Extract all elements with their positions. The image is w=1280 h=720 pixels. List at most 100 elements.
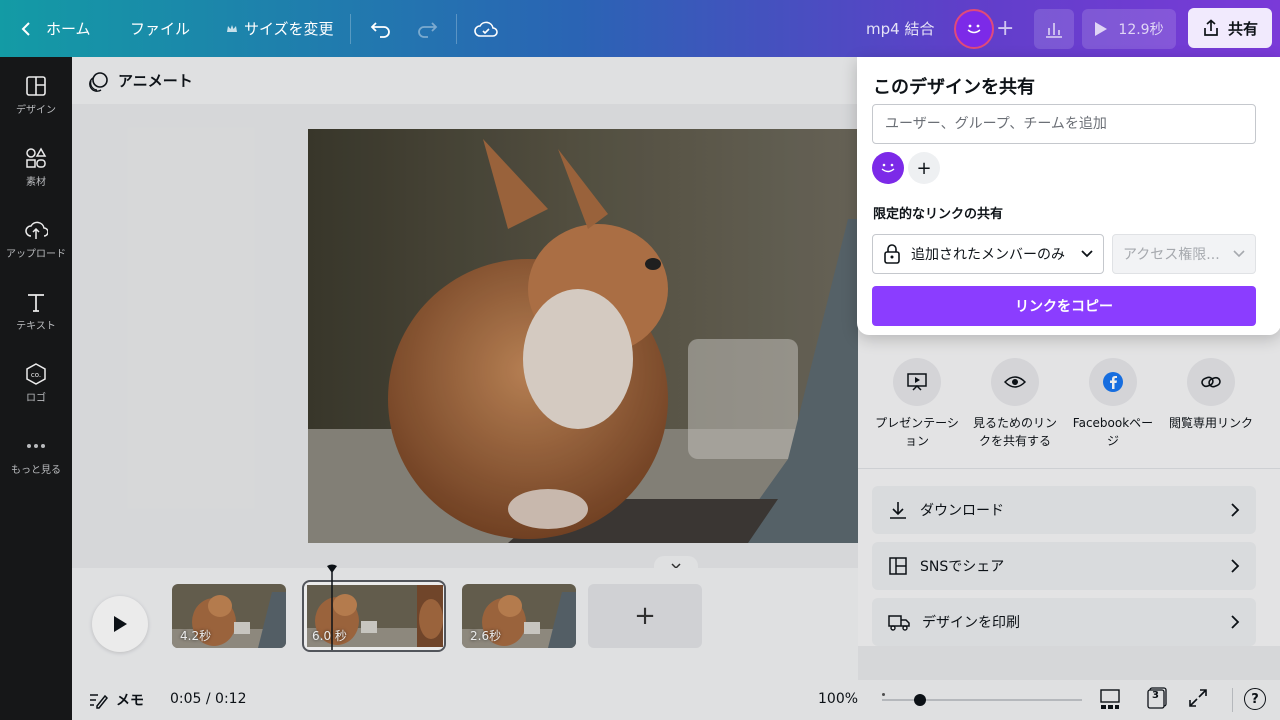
sidebar-item-text[interactable]: テキスト: [0, 291, 72, 351]
sidebar-item-elements[interactable]: 素材: [0, 147, 72, 207]
download-icon: [890, 502, 906, 519]
home-label: ホーム: [46, 20, 91, 38]
eye-icon: [1004, 376, 1026, 388]
timeline-clip-selected[interactable]: 6.0 秒: [302, 580, 446, 652]
add-page-button[interactable]: +: [588, 584, 702, 648]
file-label: ファイル: [130, 20, 191, 38]
redo-icon: [418, 21, 438, 38]
playhead-marker[interactable]: [326, 564, 338, 656]
divider: [858, 468, 1280, 469]
add-people-input[interactable]: [872, 104, 1256, 144]
smiley-icon: [881, 163, 895, 173]
dog-photo-image: [308, 129, 858, 543]
share-option-present[interactable]: プレゼンテーション: [872, 358, 962, 450]
redo-button[interactable]: [416, 0, 438, 57]
share-option-facebook[interactable]: Facebookページ: [1068, 358, 1158, 450]
resize-button[interactable]: サイズを変更: [226, 0, 334, 57]
share-option-label: Facebookページ: [1072, 416, 1154, 448]
notes-label: メモ: [116, 693, 144, 709]
add-collaborator-button[interactable]: +: [908, 152, 940, 184]
divider: [350, 14, 351, 44]
timeline-clip[interactable]: 2.6秒: [462, 584, 576, 648]
chevron-down-icon: [1233, 250, 1245, 258]
play-icon: [114, 616, 127, 632]
plus-icon: +: [996, 16, 1015, 41]
collaborator-avatar[interactable]: [872, 152, 904, 184]
zoom-slider[interactable]: [882, 693, 1082, 706]
help-icon: ?: [1251, 691, 1259, 707]
chevron-right-icon: [1231, 503, 1240, 517]
notes-button[interactable]: メモ: [88, 690, 144, 710]
row-label: デザインを印刷: [922, 615, 1020, 631]
svg-text:co.: co.: [31, 371, 41, 379]
sidebar-item-more[interactable]: もっと見る: [0, 435, 72, 495]
chevron-down-icon: [1081, 250, 1093, 258]
undo-button[interactable]: [370, 0, 392, 57]
plus-icon: +: [634, 601, 656, 631]
zoom-slider-start-dot: [882, 693, 885, 696]
avatar: [954, 8, 994, 49]
print-row[interactable]: デザインを印刷: [872, 598, 1256, 646]
share-button[interactable]: 共有: [1188, 8, 1272, 48]
plus-icon: +: [916, 157, 932, 179]
design-title-text: mp4 結合: [866, 20, 935, 38]
bar-chart-icon: [1046, 22, 1062, 38]
timeline-clip[interactable]: 4.2秒: [172, 584, 286, 648]
download-row[interactable]: ダウンロード: [872, 486, 1256, 534]
print-truck-icon: [888, 615, 910, 631]
share-option-label: プレゼンテーション: [875, 416, 959, 448]
elements-icon: [26, 147, 47, 168]
sidebar-label: ロゴ: [26, 393, 46, 404]
design-title[interactable]: mp4 結合: [866, 0, 934, 57]
timeline-play-button[interactable]: [92, 596, 148, 652]
cloud-save-button[interactable]: [474, 0, 498, 57]
help-button[interactable]: ?: [1244, 688, 1266, 710]
design-photo[interactable]: [308, 129, 858, 543]
present-icon: [907, 373, 927, 391]
share-popup: このデザインを共有 + 限定的なリンクの共有 追加されたメンバーのみ アクセス権…: [857, 57, 1280, 335]
animate-toolbar: アニメート: [72, 57, 858, 104]
access-dropdown[interactable]: 追加されたメンバーのみ: [872, 234, 1104, 274]
text-icon: [28, 294, 44, 312]
page-count-button[interactable]: 3: [1146, 687, 1168, 709]
insights-bg: [1034, 8, 1074, 49]
insights-button[interactable]: [1034, 0, 1074, 57]
animate-button[interactable]: アニメート: [118, 70, 193, 91]
playhead-icon: [327, 564, 337, 650]
chevron-right-icon: [1231, 615, 1240, 629]
access-dropdown-value: 追加されたメンバーのみ: [911, 247, 1065, 263]
grid-view-icon: [1100, 689, 1120, 709]
fullscreen-button[interactable]: [1188, 688, 1208, 712]
play-icon: [1095, 21, 1108, 36]
design-icon: [26, 76, 46, 96]
notes-icon: [90, 694, 108, 709]
sidebar-label: もっと見る: [11, 465, 61, 476]
sidebar-item-upload[interactable]: アップロード: [0, 219, 72, 279]
user-avatar-button[interactable]: [954, 0, 994, 57]
zoom-slider-thumb[interactable]: [914, 694, 926, 706]
logo-icon: co.: [26, 363, 46, 385]
play-preview-button[interactable]: 12.9秒: [1082, 0, 1176, 57]
share-upload-icon: [1204, 19, 1218, 36]
row-label: SNSでシェア: [920, 559, 1005, 575]
copy-link-button[interactable]: リンクをコピー: [872, 286, 1256, 326]
sidebar-item-logo[interactable]: co. ロゴ: [0, 363, 72, 423]
add-collaborator-button[interactable]: +: [996, 0, 1014, 57]
grid-view-button[interactable]: [1100, 688, 1120, 714]
play-preview-bg: 12.9秒: [1082, 8, 1176, 49]
share-option-view-only-link[interactable]: 閲覧専用リンク: [1166, 358, 1256, 432]
restricted-link-heading: 限定的なリンクの共有: [873, 207, 1004, 222]
duration-label: 12.9秒: [1118, 21, 1164, 38]
sidebar-label: テキスト: [16, 321, 56, 332]
expand-icon: [1189, 689, 1207, 707]
permission-dropdown[interactable]: アクセス権限...: [1112, 234, 1256, 274]
home-button[interactable]: ホーム: [20, 0, 91, 57]
upload-icon: [25, 221, 48, 239]
zoom-level[interactable]: 100%: [818, 691, 858, 707]
share-option-view-link[interactable]: 見るためのリンクを共有する: [970, 358, 1060, 450]
file-menu[interactable]: ファイル: [130, 0, 190, 57]
lock-icon: [884, 244, 900, 264]
social-share-row[interactable]: SNSでシェア: [872, 542, 1256, 590]
sidebar-item-design[interactable]: デザイン: [0, 75, 72, 135]
share-label: 共有: [1227, 19, 1258, 38]
